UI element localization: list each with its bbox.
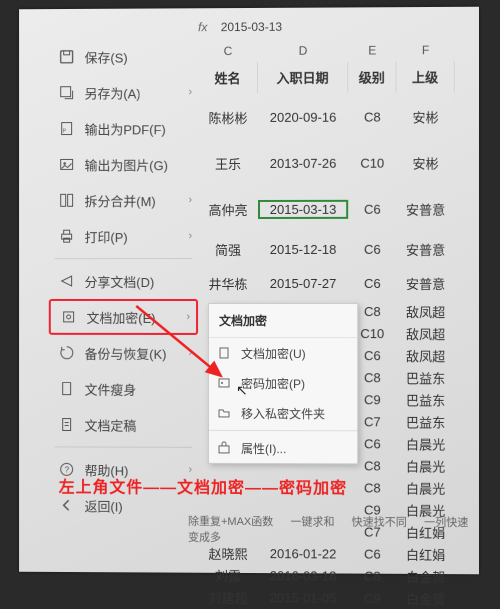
table-row[interactable]: 陈彬彬2020-09-16C8安彬 — [198, 93, 455, 140]
chevron-right-icon: › — [188, 230, 192, 242]
doc-icon — [57, 415, 77, 435]
sheet-tab[interactable]: 除重复+MAX函数 — [188, 516, 273, 528]
menu-saveas[interactable]: 另存为(A)› — [49, 74, 198, 110]
hdr-date: 入职日期 — [258, 62, 348, 93]
key-icon — [217, 376, 235, 390]
menu-export-image[interactable]: 输出为图片(G) — [49, 146, 198, 182]
back-icon — [57, 495, 77, 515]
table-row[interactable]: 刘建超2015-01-05C9白金贺 — [198, 586, 455, 609]
col-c[interactable]: C — [198, 44, 258, 58]
split-icon — [57, 190, 77, 210]
menu-encrypt[interactable]: 文档加密(E)› — [49, 299, 198, 335]
sheet-tab[interactable]: 一键求和 — [290, 516, 334, 528]
formula-bar: fx 2015-03-13 — [198, 20, 282, 34]
chevron-right-icon: › — [186, 311, 190, 323]
image-icon — [57, 154, 77, 174]
submenu-header: 文档加密 — [209, 304, 357, 338]
hdr-level: 级别 — [348, 61, 396, 92]
col-e[interactable]: E — [348, 43, 396, 57]
table-row[interactable]: 刘露2016-03-18C8白金贺 — [198, 564, 455, 587]
print-icon — [57, 226, 77, 246]
table-row[interactable]: 简强2015-12-18C6安普意 — [198, 232, 455, 266]
save-icon — [57, 47, 77, 67]
chevron-right-icon: › — [188, 194, 192, 206]
menu-slim[interactable]: 文件瘦身 — [49, 371, 198, 407]
menu-split-merge[interactable]: 拆分合并(M)› — [49, 182, 198, 218]
fx-label: fx — [198, 20, 207, 34]
col-d[interactable]: D — [258, 44, 348, 58]
menu-locate[interactable]: 文档定稿 — [49, 407, 198, 443]
menu-backup[interactable]: 备份与恢复(K)› — [49, 335, 198, 371]
submenu-properties[interactable]: 属性(I)... — [209, 433, 357, 463]
properties-icon — [217, 441, 235, 455]
cursor-icon: ↖ — [236, 382, 248, 399]
submenu-password-encrypt[interactable]: 密码加密(P) — [209, 368, 357, 398]
chevron-right-icon: › — [188, 86, 192, 98]
saveas-icon — [57, 83, 77, 103]
hdr-name: 姓名 — [198, 62, 258, 93]
sheet-tab[interactable]: 快速找不同 — [352, 516, 407, 528]
slim-icon — [57, 379, 77, 399]
table-row[interactable]: 高仲亮2015-03-13C6安普意 — [198, 186, 455, 232]
menu-export-pdf[interactable]: P输出为PDF(F) — [49, 110, 198, 146]
backup-icon — [57, 343, 77, 363]
chevron-right-icon: › — [188, 347, 192, 359]
submenu-doc-encrypt[interactable]: 文档加密(U) — [209, 338, 357, 368]
column-headers: C D E F — [198, 43, 455, 58]
hdr-superior: 上级 — [396, 61, 454, 92]
doc-lock-icon — [217, 346, 235, 360]
menu-print[interactable]: 打印(P)› — [49, 218, 198, 254]
lock-icon — [59, 307, 79, 327]
table-row[interactable]: 王乐2013-07-26C10安彬 — [198, 139, 455, 186]
table-header-row: 姓名 入职日期 级别 上级 — [198, 61, 455, 93]
annotation-caption: 左上角文件——文档加密——密码加密 — [59, 473, 347, 498]
folder-lock-icon — [217, 406, 235, 420]
menu-save[interactable]: 保存(S) — [49, 38, 198, 75]
submenu-private-folder[interactable]: 移入私密文件夹 — [209, 398, 357, 428]
pdf-icon: P — [57, 119, 77, 139]
menu-share[interactable]: 分享文档(D) — [49, 263, 198, 299]
col-f[interactable]: F — [396, 43, 454, 57]
formula-value[interactable]: 2015-03-13 — [221, 20, 282, 34]
encrypt-submenu: 文档加密 文档加密(U) 密码加密(P) 移入私密文件夹 属性(I)... — [208, 303, 358, 464]
share-icon — [57, 271, 77, 291]
file-menu: 保存(S) 另存为(A)› P输出为PDF(F) 输出为图片(G) 拆分合并(M… — [49, 38, 198, 524]
table-row[interactable]: 井华栋2015-07-27C6安普意 — [198, 266, 455, 300]
sheet-tabs: 除重复+MAX函数 一键求和 快速找不同 一列快速变成多 — [188, 513, 479, 546]
svg-text:P: P — [63, 129, 67, 135]
